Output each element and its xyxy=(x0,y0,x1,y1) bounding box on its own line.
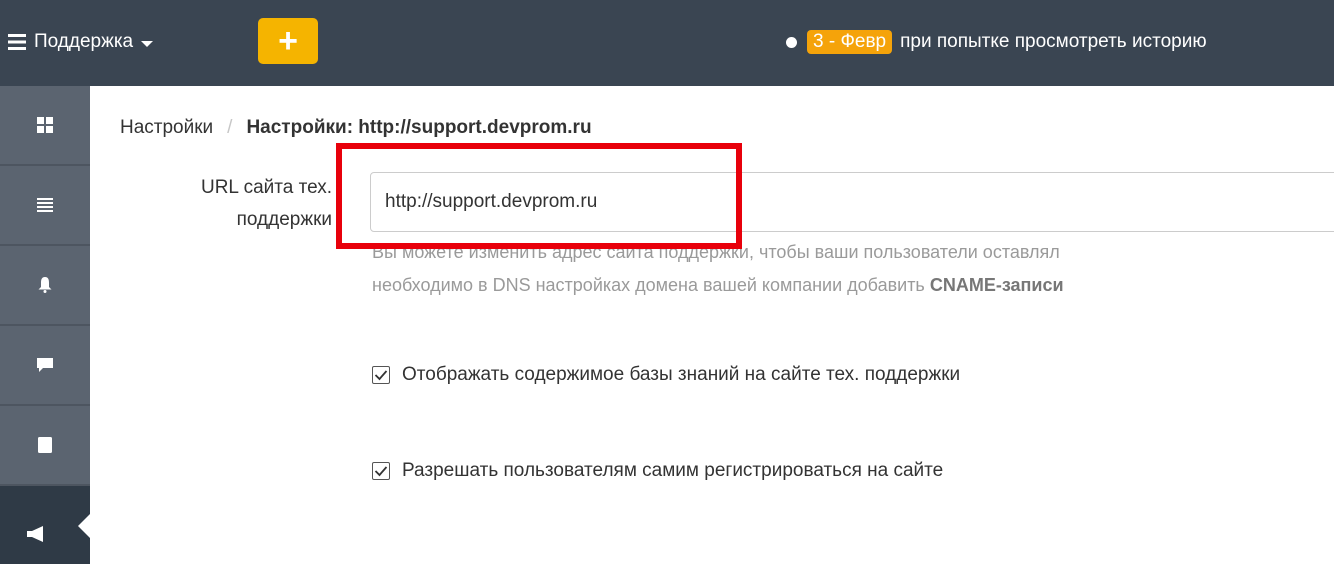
sidebar xyxy=(0,86,90,564)
kb-display-label: Отображать содержимое базы знаний на сай… xyxy=(402,364,961,385)
sidebar-item-notifications[interactable] xyxy=(0,246,90,324)
help-text-cname: CNAME-записи xyxy=(929,275,1064,295)
caret-down-icon xyxy=(141,40,154,47)
project-menu-button[interactable]: Поддержка xyxy=(8,27,154,57)
self-registration-label: Разрешать пользователям самим регистриро… xyxy=(402,460,944,481)
sidebar-item-documents[interactable] xyxy=(0,406,90,484)
support-url-input[interactable] xyxy=(370,172,1334,232)
bell-icon xyxy=(38,277,52,293)
help-text-line1: Вы можете изменить адрес сайта поддержки… xyxy=(372,242,1060,262)
sidebar-item-list[interactable] xyxy=(0,166,90,244)
notice-text: при попытке просмотреть историю xyxy=(900,31,1207,52)
notification-ticker[interactable]: 3 - Февр при попытке просмотреть историю xyxy=(786,27,1334,57)
breadcrumb-separator: / xyxy=(227,117,233,138)
hamburger-icon xyxy=(8,34,26,50)
kb-display-option[interactable]: Отображать содержимое базы знаний на сай… xyxy=(372,360,960,390)
sidebar-item-chat[interactable] xyxy=(0,326,90,404)
kb-display-checkbox[interactable] xyxy=(372,366,390,384)
megaphone-icon xyxy=(27,526,43,542)
support-url-label-line1: URL сайта тех. xyxy=(200,177,332,198)
chat-icon xyxy=(37,358,53,372)
support-url-label-line2: поддержки xyxy=(236,209,332,230)
add-button[interactable]: + xyxy=(258,18,318,64)
top-navbar: Поддержка + 3 - Февр при попытке просмот… xyxy=(0,0,1334,86)
page-title: Настройки: http://support.devprom.ru xyxy=(246,117,592,138)
breadcrumb: Настройки / Настройки: http://support.de… xyxy=(120,113,592,143)
dashboard-icon xyxy=(37,117,53,133)
checkmark-icon xyxy=(374,466,388,477)
sidebar-item-dashboard[interactable] xyxy=(0,86,90,164)
support-url-help: Вы можете изменить адрес сайта поддержки… xyxy=(372,236,1334,302)
project-menu-label: Поддержка xyxy=(34,31,134,52)
breadcrumb-settings-link[interactable]: Настройки xyxy=(120,117,213,139)
help-text-line2-prefix: необходимо в DNS настройках домена вашей… xyxy=(372,275,930,295)
sidebar-item-announcements[interactable] xyxy=(0,486,90,564)
self-registration-option[interactable]: Разрешать пользователям самим регистриро… xyxy=(372,456,943,486)
help-text-line2: необходимо в DNS настройках домена вашей… xyxy=(372,269,1334,302)
checkmark-icon xyxy=(374,370,388,381)
self-registration-checkbox[interactable] xyxy=(372,462,390,480)
plus-icon: + xyxy=(278,22,298,60)
active-indicator xyxy=(78,514,90,538)
notice-date-badge: 3 - Февр xyxy=(807,30,893,54)
support-url-label: URL сайта тех. поддержки xyxy=(140,172,332,236)
document-icon xyxy=(38,437,52,453)
bullet-icon xyxy=(786,36,797,48)
list-icon xyxy=(37,198,53,212)
